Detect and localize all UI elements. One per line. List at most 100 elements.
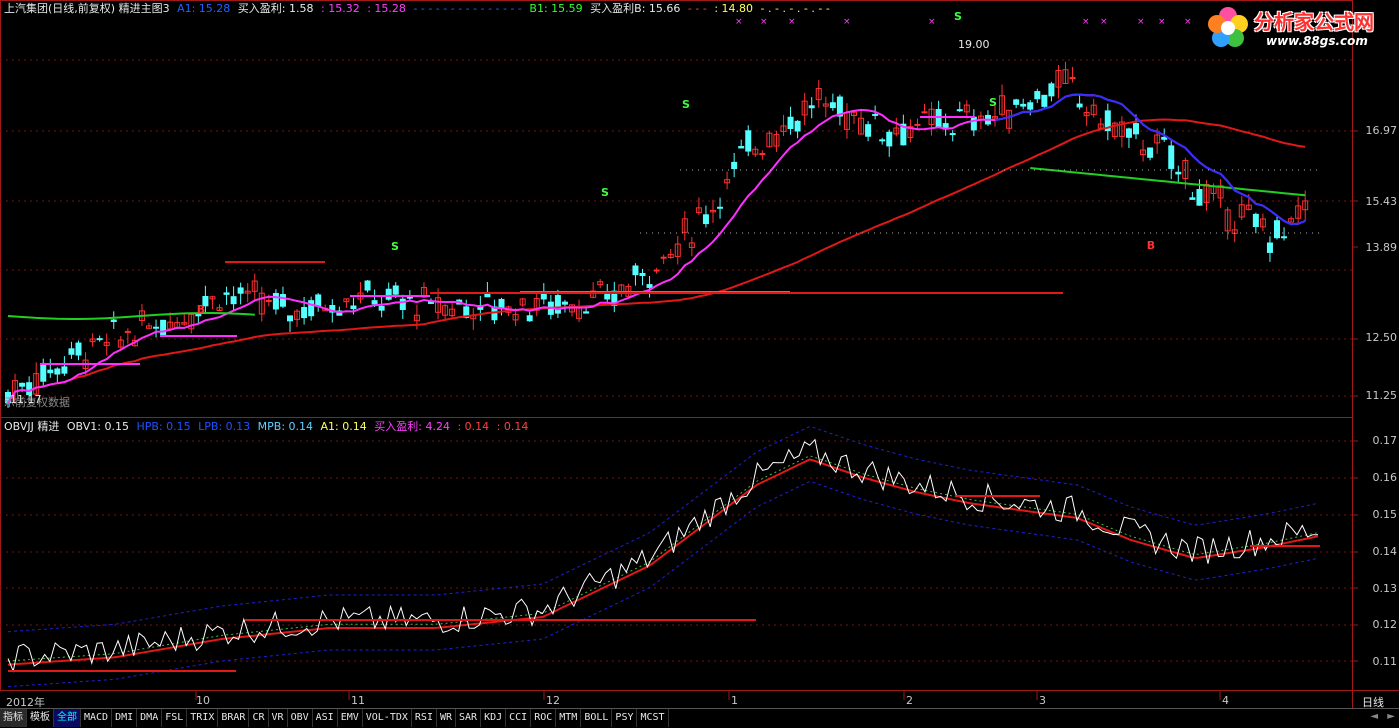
tab-mcst[interactable]: MCST (637, 709, 669, 727)
candle-body (554, 295, 561, 314)
tab-emv[interactable]: EMV (338, 709, 363, 727)
candle-body (1020, 103, 1027, 107)
candle-body (68, 348, 75, 355)
low-price-label: 11.17 (10, 393, 42, 406)
candle-body (646, 284, 653, 288)
sell-marker: S (954, 10, 962, 23)
sub-value-2: : 0.14 (496, 420, 529, 433)
tab-fsl[interactable]: FSL (162, 709, 188, 727)
tab-macd[interactable]: MACD (81, 709, 113, 727)
tab-dmi[interactable]: DMI (112, 709, 138, 727)
tab-scroll-arrows: ◄ ► (1364, 711, 1395, 722)
candle-body (230, 296, 237, 305)
tab-psy[interactable]: PSY (612, 709, 638, 727)
tab-dma[interactable]: DMA (137, 709, 163, 727)
candle-body (914, 123, 921, 126)
candle-body (1133, 123, 1139, 135)
tab-obv[interactable]: OBV (288, 709, 313, 727)
candle-body (1125, 128, 1132, 138)
candle-body (1175, 171, 1182, 175)
date-axis-label: 1 (731, 694, 738, 707)
tab--[interactable]: 模板 (27, 709, 54, 727)
candle-body (110, 319, 117, 323)
candle-body (1034, 91, 1041, 100)
main-pane-header: 上汽集团(日线,前复权) 精进主图3 A1: 15.28 买入盈利: 1.58 … (4, 2, 834, 16)
obv-axis-label: 0.17 (1372, 434, 1398, 447)
candle-body (879, 139, 886, 142)
price-axis-label: 11.25 (1365, 389, 1398, 402)
tab-asi[interactable]: ASI (313, 709, 338, 727)
tab--[interactable]: 指标 (0, 709, 27, 727)
candle-body (498, 298, 505, 309)
candle-body (1069, 77, 1076, 80)
a1-value: A1: 15.28 (177, 2, 231, 15)
tab-rsi[interactable]: RSI (412, 709, 437, 727)
price-axis-label: 15.43 (1365, 195, 1398, 208)
candle-body (315, 294, 322, 307)
date-axis-label: 3 (1039, 694, 1046, 707)
hpb-value: HPB: 0.15 (136, 420, 191, 433)
candle-body (237, 287, 244, 294)
tab-cci[interactable]: CCI (506, 709, 532, 727)
price-axis-label: 13.89 (1365, 241, 1398, 254)
candle-body (301, 307, 308, 319)
tab-vr[interactable]: VR (269, 709, 288, 727)
candle-body (787, 116, 794, 130)
candle-body (604, 293, 611, 300)
scroll-right-icon[interactable]: ► (1387, 711, 1395, 722)
buy-marker: B (197, 303, 205, 316)
candle-body (223, 292, 230, 295)
candle-body (47, 369, 54, 374)
candle-body (96, 338, 103, 341)
obv-axis-label: 0.15 (1372, 508, 1398, 521)
candle-body (1189, 197, 1196, 200)
sub-title: OBVJJ 精进 (4, 420, 60, 433)
cross-mark: × (1184, 17, 1192, 27)
candle-body (1161, 136, 1168, 140)
tab-mtm[interactable]: MTM (556, 709, 582, 727)
candle-body (808, 105, 815, 109)
candle-body (1048, 83, 1055, 97)
chart-canvas[interactable]: S S S S S B B × × × × × × × × × × (0, 0, 1399, 727)
candle-body (75, 342, 82, 356)
candle-body (717, 206, 724, 209)
candle-body (392, 285, 399, 295)
candle-body (385, 288, 392, 300)
candle-body (794, 120, 801, 132)
cross-mark: × (760, 17, 768, 27)
candle-body (653, 269, 660, 272)
peak-price-label: 19.00 (958, 38, 990, 51)
obv-axis-label: 0.13 (1372, 582, 1398, 595)
scroll-left-icon[interactable]: ◄ (1370, 711, 1378, 722)
tab-cr[interactable]: CR (249, 709, 269, 727)
candle-body (921, 111, 928, 114)
main-value-2: : 15.28 (367, 2, 406, 15)
obv-lower-band (7, 480, 1319, 688)
tab-boll[interactable]: BOLL (581, 709, 613, 727)
candle-body (865, 124, 872, 137)
tab-roc[interactable]: ROC (531, 709, 557, 727)
candle-body (279, 294, 286, 307)
candle-body (526, 315, 533, 322)
tab--[interactable]: 全部 (54, 709, 81, 727)
candle-body (40, 362, 47, 382)
tab-trix[interactable]: TRIX (187, 709, 219, 727)
candle-body (272, 292, 279, 310)
main-value-3: : 14.80 (714, 2, 754, 15)
candle-body (970, 116, 977, 131)
tab-vol-tdx[interactable]: VOL-TDX (363, 709, 412, 727)
tab-wr[interactable]: WR (437, 709, 457, 727)
sub-buy-profit-value: 买入盈利: 4.24 (374, 420, 450, 433)
obv-axis-label: 0.11 (1372, 655, 1398, 668)
logo-url: www.88gs.com (1266, 34, 1368, 48)
buy-profit-value: 买入盈利: 1.58 (237, 2, 314, 15)
candle-body (350, 305, 357, 310)
obv-axis-label: 0.14 (1372, 545, 1398, 558)
sub-value-1: : 0.14 (457, 420, 490, 433)
tab-kdj[interactable]: KDJ (481, 709, 507, 727)
candle-body (886, 131, 893, 147)
tab-brar[interactable]: BRAR (218, 709, 250, 727)
cross-mark: × (735, 17, 743, 27)
tab-sar[interactable]: SAR (456, 709, 482, 727)
ma-green-line (1030, 167, 1306, 197)
